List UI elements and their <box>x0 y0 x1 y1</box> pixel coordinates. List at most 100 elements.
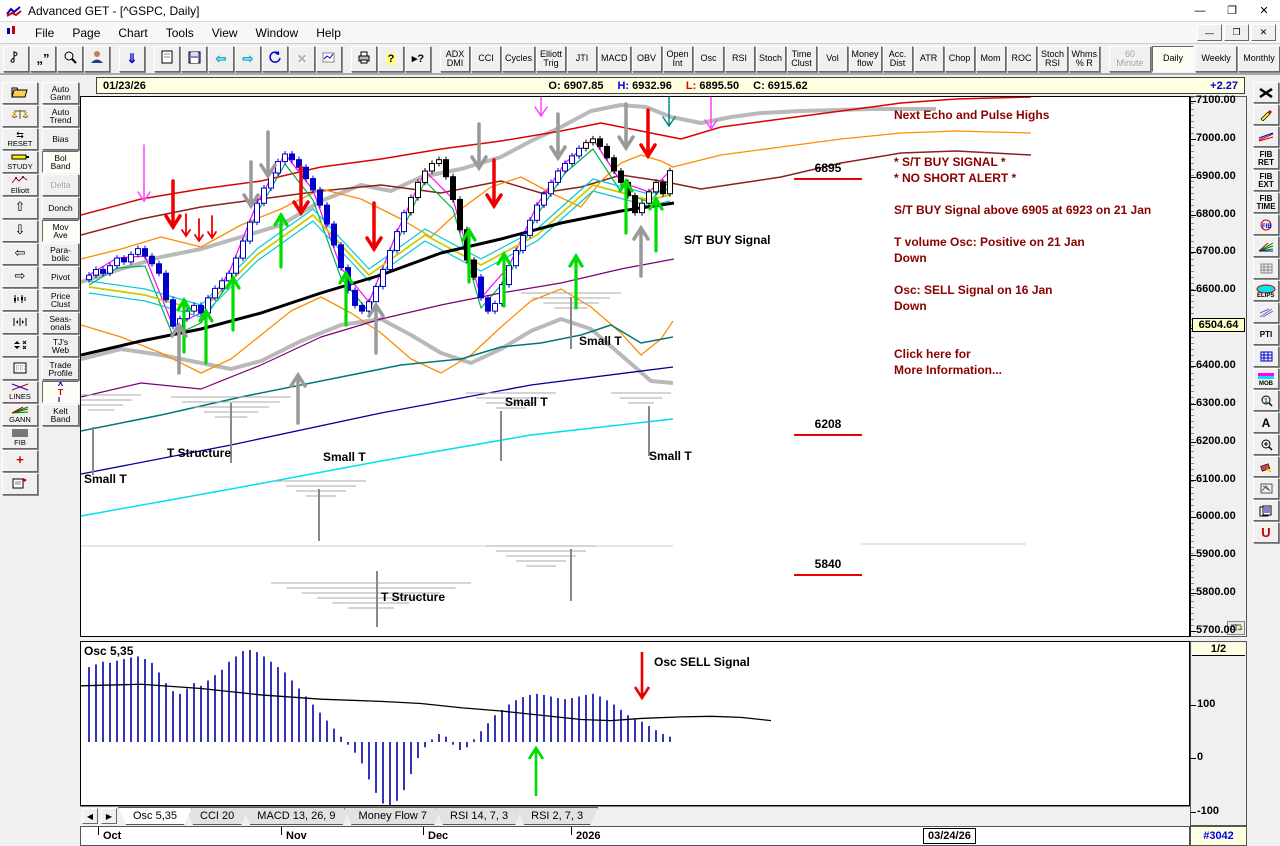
pti-button[interactable]: PTI <box>1253 324 1279 345</box>
close-button[interactable]: ✕ <box>1248 0 1280 21</box>
new-page-button[interactable] <box>154 46 180 72</box>
study-button-mom[interactable]: Mom <box>976 46 1006 72</box>
interval-monthly[interactable]: Monthly <box>1238 46 1280 72</box>
study-button-macd[interactable]: MACD <box>598 46 631 72</box>
restore-button[interactable]: ❐ <box>1216 0 1248 21</box>
minimize-button[interactable]: — <box>1184 0 1216 21</box>
study-button-money[interactable]: Money flow <box>849 46 882 72</box>
elliott-button[interactable]: Elliott <box>2 174 38 196</box>
study-button-open[interactable]: Open Int <box>663 46 693 72</box>
study-button-roc[interactable]: ROC <box>1007 46 1037 72</box>
study-button-cci[interactable]: CCI <box>471 46 501 72</box>
study-button-rsi[interactable]: RSI <box>725 46 755 72</box>
fib-extension-button[interactable]: FIB EXT <box>1253 170 1279 191</box>
mob-button[interactable]: MOB <box>1253 368 1279 389</box>
study-button-cycles[interactable]: Cycles <box>502 46 535 72</box>
tab-cci-20[interactable]: CCI 20 <box>185 807 249 825</box>
arrow-right-button[interactable]: ⇨ <box>2 266 38 288</box>
price-chart[interactable]: S/T BUY SignalSmall TSmall TSmall TSmall… <box>80 96 1190 637</box>
reports-icon[interactable] <box>1253 500 1279 521</box>
interval-60-minute[interactable]: 60 Minute <box>1109 46 1151 72</box>
properties-button[interactable] <box>2 473 38 495</box>
study-auto-trend[interactable]: Auto Trend <box>42 105 79 127</box>
eraser-icon[interactable] <box>1253 456 1279 477</box>
mdi-minimize-button[interactable]: — <box>1197 24 1222 41</box>
mesh-grid-icon[interactable] <box>1253 346 1279 367</box>
lines-button[interactable]: LINES <box>2 381 38 403</box>
text-tool-button[interactable]: A <box>1253 412 1279 433</box>
tab-rsi-2-7-3[interactable]: RSI 2, 7, 3 <box>516 807 598 825</box>
oscillator-axis[interactable]: 1/2 1000-100 <box>1190 641 1247 826</box>
magnet-button[interactable]: U <box>1253 522 1279 543</box>
study-trade-profile[interactable]: Trade Profile <box>42 358 79 380</box>
value-lens-icon[interactable]: 1 <box>1253 390 1279 411</box>
study-button-whms[interactable]: Whms % R <box>1069 46 1101 72</box>
menu-tools[interactable]: Tools <box>157 24 203 42</box>
tab-macd-13-26-9[interactable]: MACD 13, 26, 9 <box>242 807 350 825</box>
ellipse-button[interactable]: ELIPS <box>1253 280 1279 301</box>
study-donch[interactable]: Donch <box>42 197 79 219</box>
rotate-button[interactable] <box>262 46 288 72</box>
study-button-stoch[interactable]: Stoch <box>756 46 786 72</box>
andrews-pitchfork-icon[interactable] <box>1253 302 1279 323</box>
menu-chart[interactable]: Chart <box>109 24 156 42</box>
tab-scroll-right[interactable]: ▶ <box>101 808 117 824</box>
pattern-icon[interactable] <box>1253 478 1279 499</box>
menu-file[interactable]: File <box>26 24 63 42</box>
study-button-osc[interactable]: Osc <box>694 46 724 72</box>
print-button[interactable] <box>351 46 377 72</box>
price-axis[interactable]: 7100.007000.006900.006800.006700.006600.… <box>1190 96 1247 637</box>
menu-page[interactable]: Page <box>63 24 109 42</box>
chart-window-icon[interactable] <box>6 25 18 40</box>
delete-x-icon[interactable] <box>1253 82 1279 103</box>
signal-annotation[interactable]: Click here for <box>894 347 971 361</box>
vertical-scale-button[interactable] <box>2 335 38 357</box>
zoom-button[interactable] <box>57 46 83 72</box>
tab-money-flow-7[interactable]: Money Flow 7 <box>344 807 442 825</box>
study-button[interactable]: STUDY <box>2 151 38 173</box>
chart-pin-button[interactable] <box>3 46 29 72</box>
study-button-acc[interactable]: Acc. Dist <box>883 46 913 72</box>
menu-view[interactable]: View <box>203 24 247 42</box>
help-button[interactable]: ? <box>378 46 404 72</box>
open-folder-button[interactable] <box>2 82 38 104</box>
signal-annotation[interactable]: More Information... <box>894 363 1002 377</box>
gann-grid-icon[interactable] <box>1253 258 1279 279</box>
save-button[interactable] <box>181 46 207 72</box>
study-price-clust[interactable]: Price Clust <box>42 289 79 311</box>
expand-bars-button[interactable] <box>2 312 38 334</box>
study-pivot[interactable]: Pivot <box>42 266 79 288</box>
study-bol-band[interactable]: Bol Band <box>42 151 79 173</box>
quotes-button[interactable]: „” <box>30 46 56 72</box>
arrow-up-button[interactable]: ⇧ <box>2 197 38 219</box>
zoom-in-icon[interactable] <box>1253 434 1279 455</box>
study-button-adx[interactable]: ADX DMI <box>440 46 470 72</box>
study-button-vol[interactable]: Vol <box>818 46 848 72</box>
mdi-close-button[interactable]: ✕ <box>1251 24 1276 41</box>
trend-lines-icon[interactable] <box>1253 126 1279 147</box>
study-button-atr[interactable]: ATR <box>914 46 944 72</box>
study-mov-ave[interactable]: Mov Ave <box>42 220 79 242</box>
study-button-elliott[interactable]: Elliott Trig <box>536 46 566 72</box>
forward-button[interactable]: ⇨ <box>235 46 261 72</box>
reset-button[interactable]: ⇆RESET <box>2 128 38 150</box>
oscillator-pane[interactable]: Osc 5,35Osc SELL Signal <box>80 641 1190 806</box>
download-button[interactable]: ⇓ <box>119 46 145 72</box>
study-bias[interactable]: Bias <box>42 128 79 150</box>
chart-settings-button[interactable] <box>316 46 342 72</box>
interval-daily[interactable]: Daily <box>1152 46 1194 72</box>
study-xtl[interactable]: XTL <box>42 381 79 403</box>
study-auto-gann[interactable]: Auto Gann <box>42 82 79 104</box>
study-para--bolic[interactable]: Para- bolic <box>42 243 79 265</box>
back-button[interactable]: ⇦ <box>208 46 234 72</box>
fib-retracement-button[interactable]: FIB RET <box>1253 148 1279 169</box>
study-button-time[interactable]: Time Clust <box>787 46 817 72</box>
trader-button[interactable] <box>84 46 110 72</box>
study-delta[interactable]: Delta <box>42 174 79 196</box>
study-button-chop[interactable]: Chop <box>945 46 975 72</box>
tab-rsi-14-7-3[interactable]: RSI 14, 7, 3 <box>435 807 523 825</box>
menu-help[interactable]: Help <box>307 24 350 42</box>
study-button-jti[interactable]: JTI <box>567 46 597 72</box>
menu-window[interactable]: Window <box>247 24 308 42</box>
grid-button[interactable] <box>2 358 38 380</box>
